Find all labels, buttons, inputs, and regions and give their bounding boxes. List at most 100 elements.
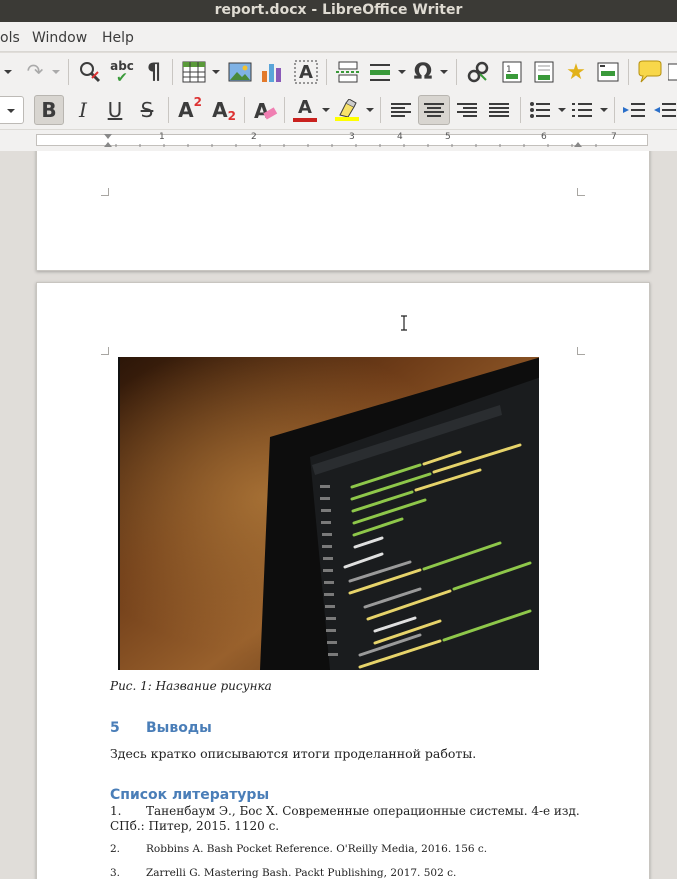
bullet-list-dropdown-icon[interactable]	[558, 108, 566, 112]
bookmark-star-icon[interactable]: ★	[562, 58, 590, 86]
superscript-button[interactable]: A 2	[174, 95, 206, 125]
toolbar-separator	[456, 59, 457, 85]
bullet-list-icon[interactable]	[526, 95, 554, 125]
toolbar-separator	[628, 59, 629, 85]
toolbar-separator	[520, 97, 521, 123]
horizontal-ruler[interactable]: 1 2 3 4 5 6 7	[0, 129, 677, 151]
spelling-icon[interactable]: abc ✔	[108, 57, 136, 87]
font-color-dropdown-icon[interactable]	[322, 108, 330, 112]
decrease-indent-icon[interactable]	[652, 95, 677, 125]
redo-icon[interactable]: ↷	[22, 59, 48, 83]
highlight-dropdown-icon[interactable]	[366, 108, 374, 112]
margin-corner	[101, 347, 109, 355]
svg-text:1: 1	[506, 65, 512, 75]
toolbar-separator	[614, 97, 615, 123]
italic-button[interactable]: I	[68, 95, 98, 125]
formatting-toolbar: B I U S A 2 A 2 A A	[0, 91, 677, 129]
insert-textbox-icon[interactable]: A	[292, 58, 320, 86]
margin-corner	[101, 188, 109, 196]
insert-footnote-icon[interactable]: 1	[498, 58, 526, 86]
ruler-number: 3	[349, 132, 355, 142]
text-cursor-icon	[401, 315, 407, 331]
reference-text: Таненбаум Э., Бос Х. Современные операци…	[146, 804, 580, 818]
hyperlink-icon[interactable]	[464, 58, 492, 86]
window-title: report.docx - LibreOffice Writer	[0, 0, 677, 22]
reference-text-continuation: СПб.: Питер, 2015. 1120 с.	[110, 819, 280, 833]
subscript-exponent: 2	[227, 109, 236, 123]
clear-formatting-icon[interactable]: A	[250, 95, 280, 125]
menu-help[interactable]: Help	[102, 30, 134, 46]
table-dropdown-icon[interactable]	[212, 70, 220, 74]
section-title: Выводы	[146, 720, 212, 736]
references-heading: Список литературы	[110, 787, 270, 803]
document-canvas[interactable]: Рис. 1: Название рисунка 5 Выводы Здесь …	[0, 151, 677, 879]
ruler-number: 1	[159, 132, 165, 142]
align-right-icon[interactable]	[452, 95, 482, 125]
toolbar-separator	[172, 59, 173, 85]
toolbar-separator	[326, 59, 327, 85]
ruler-number: 2	[251, 132, 257, 142]
comment-icon[interactable]	[636, 58, 664, 86]
paragraph-style-box[interactable]	[0, 96, 24, 124]
cross-reference-icon[interactable]	[594, 58, 622, 86]
page-1[interactable]	[36, 151, 650, 271]
menu-bar: ols Window Help	[0, 22, 677, 52]
numbered-list-dropdown-icon[interactable]	[600, 108, 608, 112]
insert-image-icon[interactable]	[226, 58, 254, 86]
font-color-button[interactable]: A	[290, 95, 320, 125]
align-left-icon[interactable]	[386, 95, 416, 125]
font-color-label: A	[298, 97, 312, 118]
ruler-number: 5	[445, 132, 451, 142]
menu-window[interactable]: Window	[32, 30, 87, 46]
menu-tools[interactable]: ols	[0, 30, 20, 46]
special-character-dropdown-icon[interactable]	[440, 70, 448, 74]
conclusion-paragraph: Здесь кратко описываются итоги проделанн…	[110, 746, 477, 761]
highlight-swatch	[335, 117, 359, 121]
figure-image[interactable]	[118, 357, 539, 670]
standard-toolbar: ↷ abc ✔ ¶ A Ω 1 ★	[0, 53, 677, 91]
toolbar-separator	[68, 59, 69, 85]
subscript-button[interactable]: A 2	[208, 95, 240, 125]
strikethrough-button[interactable]: S	[132, 95, 162, 125]
ruler-number: 4	[397, 132, 403, 142]
insert-endnote-icon[interactable]	[530, 58, 558, 86]
ruler-ticks	[104, 134, 597, 147]
superscript-label: A	[178, 98, 194, 122]
reference-number: 3.	[110, 867, 121, 879]
highlight-button[interactable]	[332, 95, 362, 125]
ruler-number: 7	[611, 132, 617, 142]
numbered-list-icon[interactable]	[568, 95, 596, 125]
field-dropdown-icon[interactable]	[398, 70, 406, 74]
insert-chart-icon[interactable]	[258, 58, 286, 86]
page-break-icon[interactable]	[334, 58, 362, 86]
insert-table-icon[interactable]	[180, 58, 208, 86]
section-number: 5	[110, 720, 120, 736]
subscript-label: A	[212, 98, 228, 122]
underline-button[interactable]: U	[100, 95, 130, 125]
increase-indent-icon[interactable]	[620, 95, 648, 125]
undo-dropdown-icon[interactable]	[4, 70, 12, 74]
reference-number: 2.	[110, 843, 121, 855]
track-changes-icon[interactable]	[668, 58, 677, 86]
toolbar-separator	[284, 97, 285, 123]
redo-dropdown-icon[interactable]	[52, 70, 60, 74]
justify-icon[interactable]	[484, 95, 514, 125]
bold-button[interactable]: B	[34, 95, 64, 125]
checkmark-icon: ✔	[116, 70, 128, 86]
ruler-number: 6	[541, 132, 547, 142]
toolbar-separator	[168, 97, 169, 123]
laptop-code-photo	[120, 357, 539, 670]
font-color-swatch	[293, 118, 317, 122]
margin-corner	[577, 188, 585, 196]
reference-number: 1.	[110, 804, 122, 818]
formatting-marks-icon[interactable]: ¶	[142, 58, 166, 86]
align-center-icon[interactable]	[418, 95, 450, 125]
margin-corner	[577, 347, 585, 355]
reference-text: Zarrelli G. Mastering Bash. Packt Publis…	[146, 867, 457, 879]
clone-formatting-icon[interactable]	[76, 58, 104, 86]
toolbar-separator	[380, 97, 381, 123]
textbox-label: A	[299, 61, 313, 83]
special-character-icon[interactable]: Ω	[410, 57, 436, 87]
reference-text: Robbins A. Bash Pocket Reference. O'Reil…	[146, 843, 488, 855]
insert-field-icon[interactable]	[366, 58, 394, 86]
